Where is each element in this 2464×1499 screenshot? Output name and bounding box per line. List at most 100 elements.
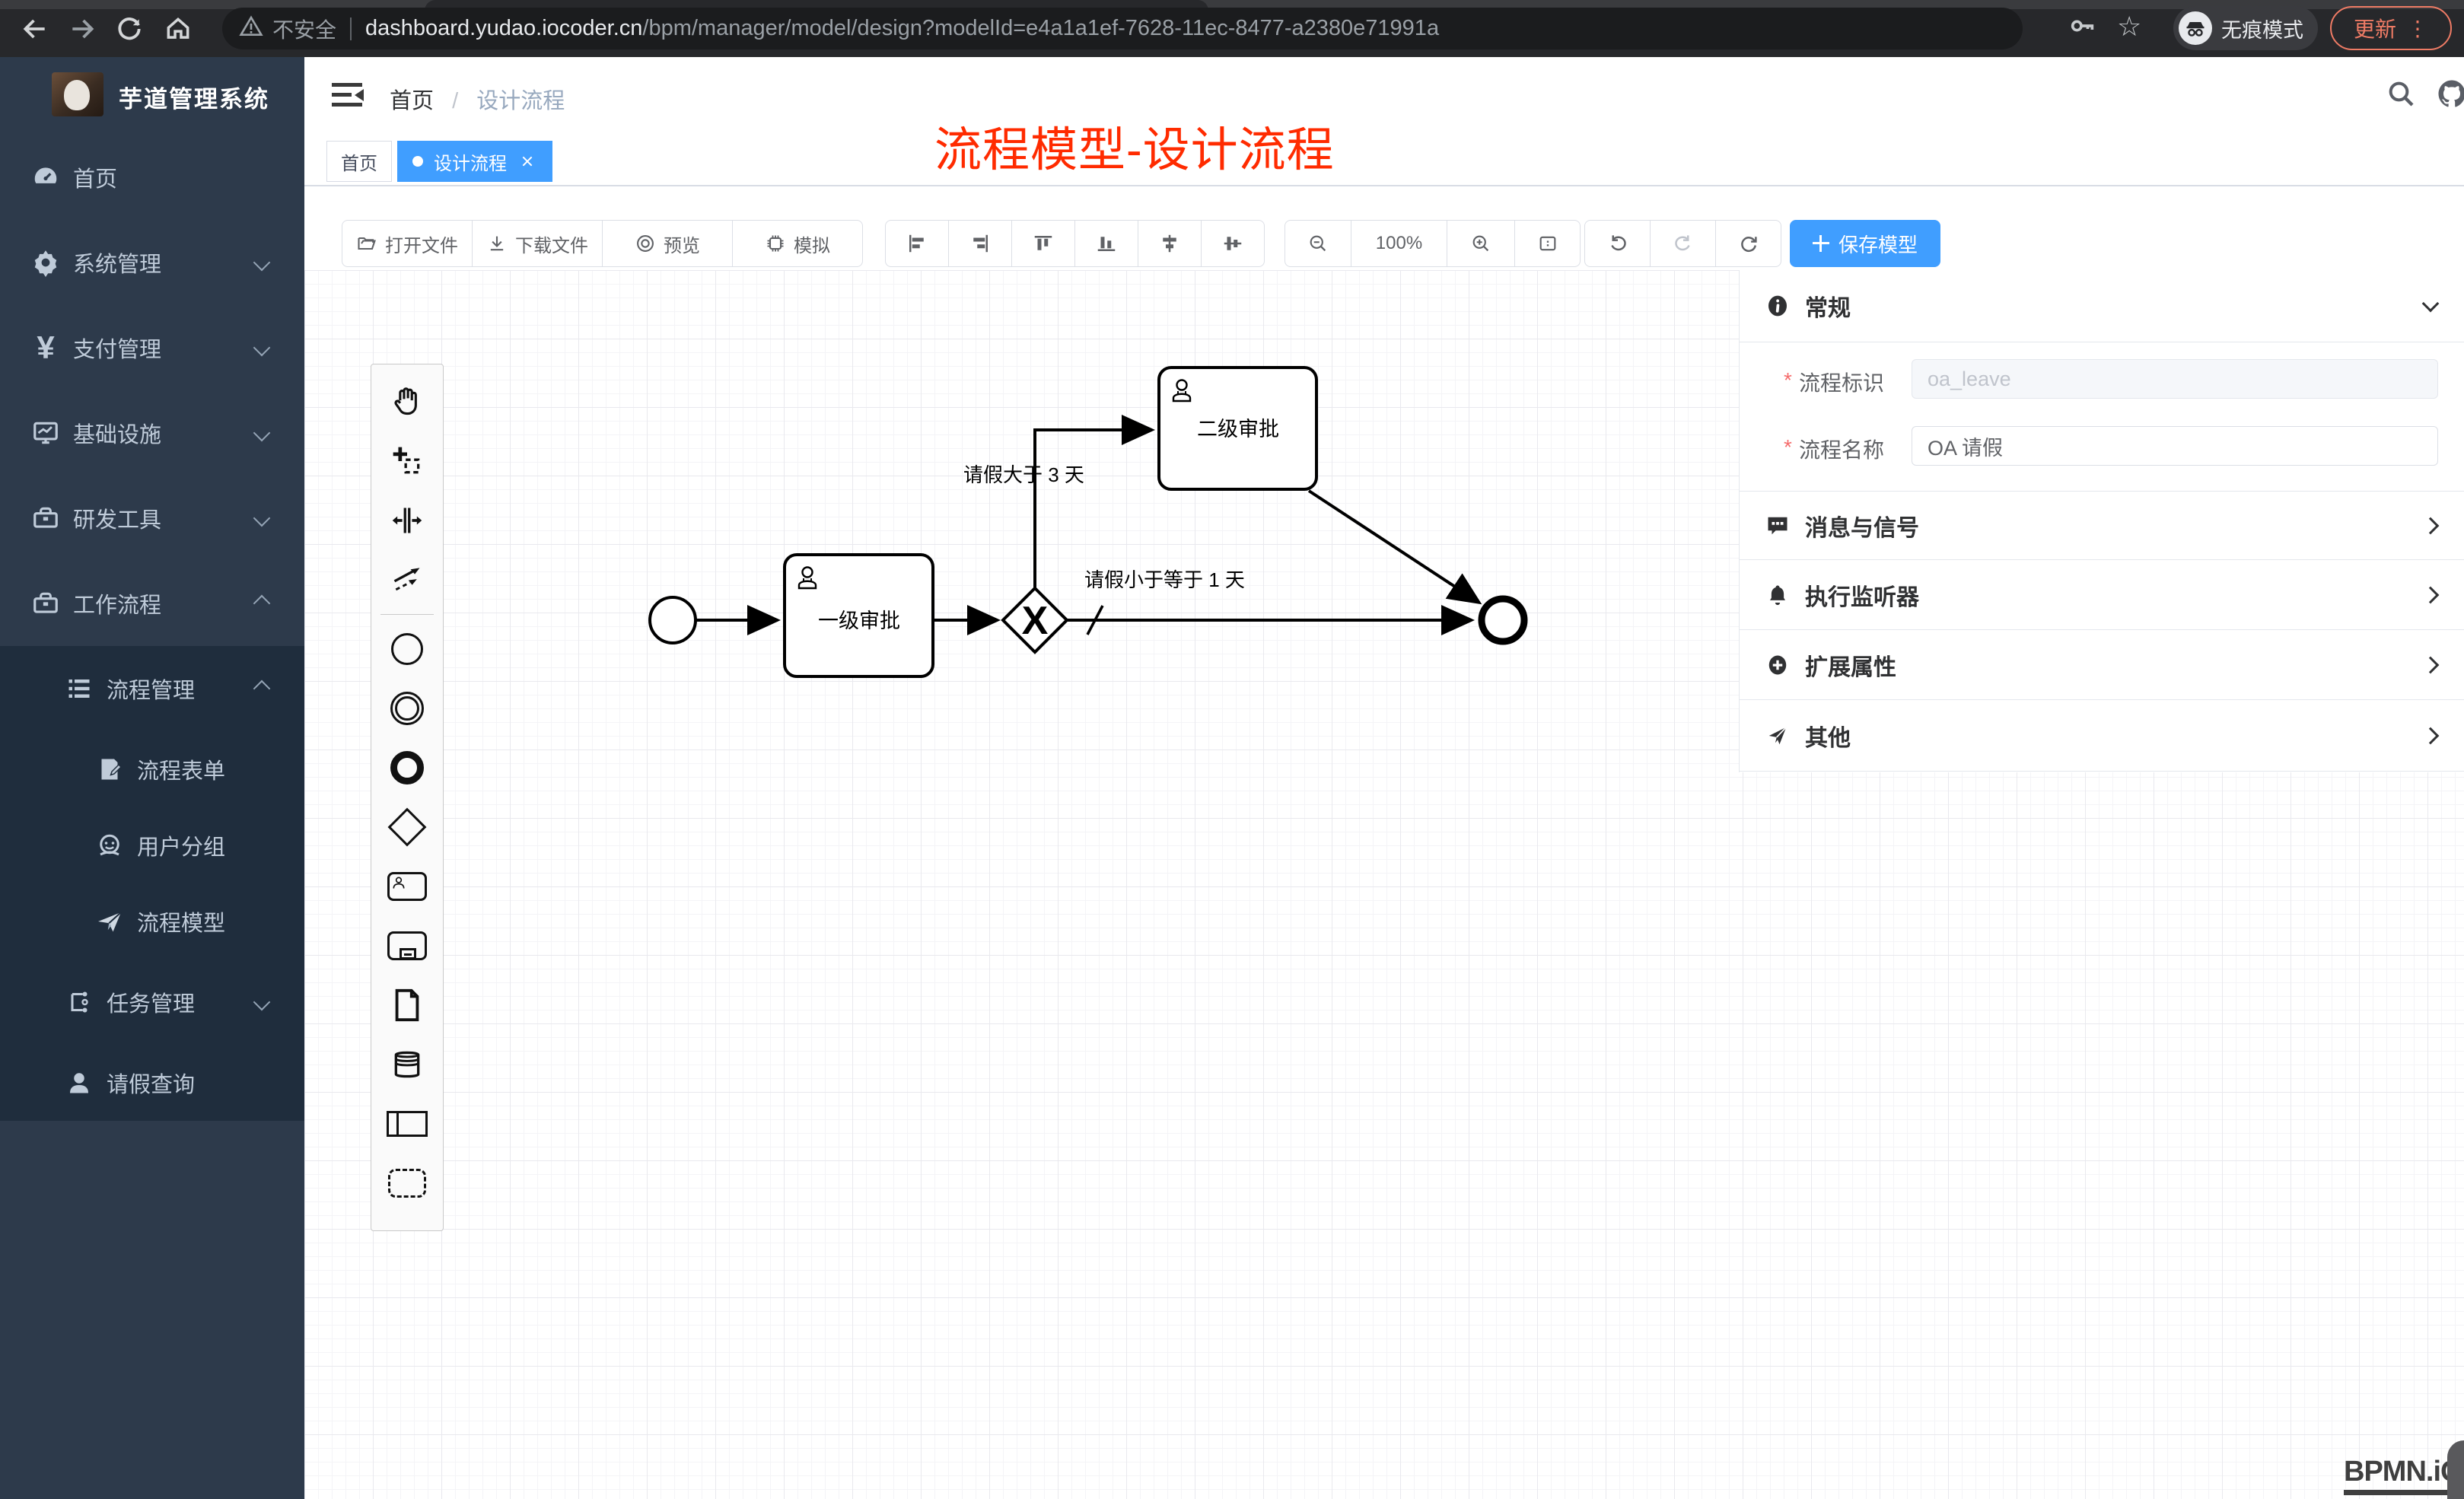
address-bar[interactable]: 不安全 dashboard.yudao.iocoder.cn/bpm/manag… [222,8,2023,49]
zoom-level-display: 100% [1351,220,1447,267]
condition-label-le1[interactable]: 请假小于等于 1 天 [1084,568,1245,591]
sidebar-item-payment[interactable]: ¥ 支付管理 [0,305,304,390]
panel-section-extended-attrs[interactable]: 扩展属性 [1740,630,2464,700]
chevron-down-icon [253,510,271,527]
chevron-down-icon [253,254,271,272]
breadcrumb-current: 设计流程 [476,89,565,113]
simulate-button[interactable]: 模拟 [732,220,863,267]
github-icon[interactable] [2432,74,2464,113]
sidebar-item-devtools[interactable]: 研发工具 [0,476,304,561]
panel-section-listeners[interactable]: 执行监听器 [1740,560,2464,630]
chevron-right-icon [2422,657,2440,674]
align-bottom-button[interactable] [1074,220,1138,267]
sidebar-item-process-management[interactable]: 流程管理 [0,651,304,727]
chevron-down-icon [253,339,271,357]
preview-button[interactable]: 预览 [602,220,733,267]
browser-menu-dots-icon[interactable]: ⋮ [2407,16,2428,41]
flow-icon [64,987,94,1017]
align-right-button[interactable] [948,220,1012,267]
chevron-up-icon [253,595,271,613]
gear-icon [30,247,61,278]
bpmn-diagram[interactable]: 一级审批 X 二级审批 请假大于 3 天 请假小于等于 1 天 [304,270,1739,1499]
chevron-right-icon [2422,587,2440,604]
breadcrumb-separator: / [452,89,458,113]
sidebar-item-infrastructure[interactable]: 基础设施 [0,390,304,476]
active-tab-dot [412,156,423,167]
sidebar-item-home[interactable]: 首页 [0,135,304,220]
zoom-out-button[interactable] [1285,220,1351,267]
annotation-title: 流程模型-设计流程 [934,111,1335,180]
monitor-icon [30,418,61,448]
save-model-button[interactable]: 保存模型 [1790,220,1940,267]
incognito-label: 无痕模式 [2221,14,2303,43]
url-path: /bpm/manager/model/design?modelId=e4a1a1… [642,16,1439,41]
align-top-button[interactable] [1011,220,1075,267]
plus-circle-icon [1764,651,1791,679]
browser-update-button[interactable]: 更新 ⋮ [2330,6,2452,50]
document-edit-icon [94,754,125,785]
sidebar-item-workflow[interactable]: 工作流程 [0,561,304,646]
process-key-input[interactable]: oa_leave [1912,359,2438,399]
scroll-corner [2447,1440,2464,1499]
info-icon [1764,292,1791,320]
end-event[interactable] [1482,599,1524,641]
send-icon [1764,722,1791,750]
browser-back-icon[interactable] [17,11,53,47]
sidebar-item-system[interactable]: 系统管理 [0,220,304,305]
chevron-up-icon [253,680,271,698]
panel-section-messages[interactable]: 消息与信号 [1740,492,2464,560]
zoom-in-button[interactable] [1447,220,1515,267]
zoom-reset-button[interactable] [1514,220,1581,267]
restart-button[interactable] [1715,220,1781,267]
align-center-horizontal-button[interactable] [1138,220,1202,267]
sidebar-item-leave-query[interactable]: 请假查询 [0,1045,304,1121]
redo-button[interactable] [1650,220,1716,267]
person-icon [64,1068,94,1098]
process-name-input[interactable]: OA 请假 [1912,426,2438,466]
chevron-down-icon [253,425,271,442]
start-event[interactable] [650,597,696,643]
breadcrumb-home[interactable]: 首页 [390,89,434,113]
panel-section-other[interactable]: 其他 [1740,700,2464,772]
bell-icon [1764,581,1791,609]
key-icon[interactable] [2067,11,2097,41]
condition-label-gt3[interactable]: 请假大于 3 天 [963,463,1084,486]
undo-button[interactable] [1584,220,1651,267]
required-asterisk: * [1784,368,1792,393]
download-file-button[interactable]: 下载文件 [472,220,603,267]
bpmn-io-watermark[interactable]: BPMN.iO [2344,1456,2462,1495]
browser-forward-icon[interactable] [64,11,100,47]
breadcrumb: 首页 / 设计流程 [390,83,565,115]
chevron-down-icon [253,994,271,1011]
browser-home-icon[interactable] [160,11,196,47]
sidebar-item-task-management[interactable]: 任务管理 [0,964,304,1040]
open-file-button[interactable]: 打开文件 [342,220,473,267]
security-label: 不安全 [272,14,336,44]
align-center-vertical-button[interactable] [1201,220,1265,267]
required-asterisk: * [1784,435,1792,460]
sidebar-item-user-group[interactable]: 用户分组 [0,807,304,883]
briefcase-icon [30,588,61,619]
sidebar-item-process-form[interactable]: 流程表单 [0,731,304,807]
paper-plane-icon [94,906,125,937]
insecure-warning-icon [239,14,263,43]
align-left-button[interactable] [885,220,949,267]
tab-design-process[interactable]: 设计流程 [397,141,552,182]
yen-icon: ¥ [30,333,61,363]
sidebar-toggle-button[interactable] [332,80,365,110]
message-icon [1764,512,1791,539]
tab-home[interactable]: 首页 [326,141,392,182]
sidebar-item-process-model[interactable]: 流程模型 [0,883,304,960]
gateway-x-marker: X [1022,599,1049,643]
close-icon[interactable] [519,153,536,170]
sidebar-logo-row[interactable]: 芋道管理系统 [0,71,304,132]
flow-gateway-to-task2[interactable] [1035,430,1152,588]
bookmark-star-icon[interactable]: ☆ [2117,11,2141,43]
plus-icon [1813,235,1829,252]
panel-section-general[interactable]: 常规 [1740,270,2464,342]
search-icon[interactable] [2381,74,2421,113]
browser-reload-icon[interactable] [111,11,148,47]
field-process-name: * 流程名称 OA 请假 [1740,426,2464,466]
tags-view-bar: 首页 设计流程 [304,133,2464,186]
flow-task2-to-end[interactable] [1309,491,1479,603]
